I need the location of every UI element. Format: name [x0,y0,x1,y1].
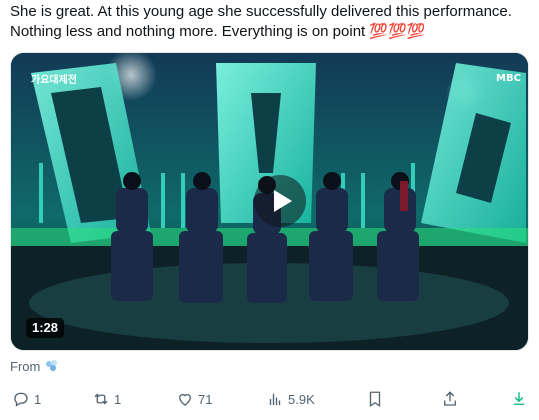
share-icon [444,391,456,406]
play-icon [273,190,292,212]
views-button[interactable]: 5.9K [266,388,315,410]
source-attribution[interactable]: From [10,358,60,374]
share-button[interactable] [441,388,459,410]
repost-icon [94,393,108,405]
repost-count: 1 [114,391,122,407]
download-button[interactable] [510,388,528,410]
source-label: From [10,358,41,374]
video-player[interactable]: 가요대제전 MBC 1:28 [10,52,529,351]
play-button[interactable] [254,175,306,227]
reply-icon [14,392,28,407]
tweet-text: She is great. At this young age she succ… [10,2,530,42]
show-logo: 가요대제전 [31,73,77,86]
reply-count: 1 [34,391,42,407]
like-button[interactable]: 71 [176,388,212,410]
hundred-emoji: 💯💯💯 [369,23,426,40]
views-count: 5.9K [288,391,315,407]
like-icon [179,393,191,406]
download-icon [513,392,525,405]
tweet-text-line-1: She is great. At this young age she succ… [10,3,512,20]
bookmark-button[interactable] [366,388,384,410]
action-bar: 1 1 71 5.9K [0,388,539,410]
reply-button[interactable]: 1 [12,388,41,410]
broadcast-logo: MBC [496,73,521,84]
tweet-text-line-2-body: Nothing less and nothing more. Everythin… [10,23,366,40]
like-count: 71 [198,391,213,407]
source-avatar-icon [46,360,58,371]
repost-button[interactable]: 1 [92,388,121,410]
tweet-text-line-2: Nothing less and nothing more. Everythin… [10,22,530,42]
views-icon [269,393,281,405]
video-duration-badge: 1:28 [26,318,65,338]
bookmark-icon [369,391,381,408]
